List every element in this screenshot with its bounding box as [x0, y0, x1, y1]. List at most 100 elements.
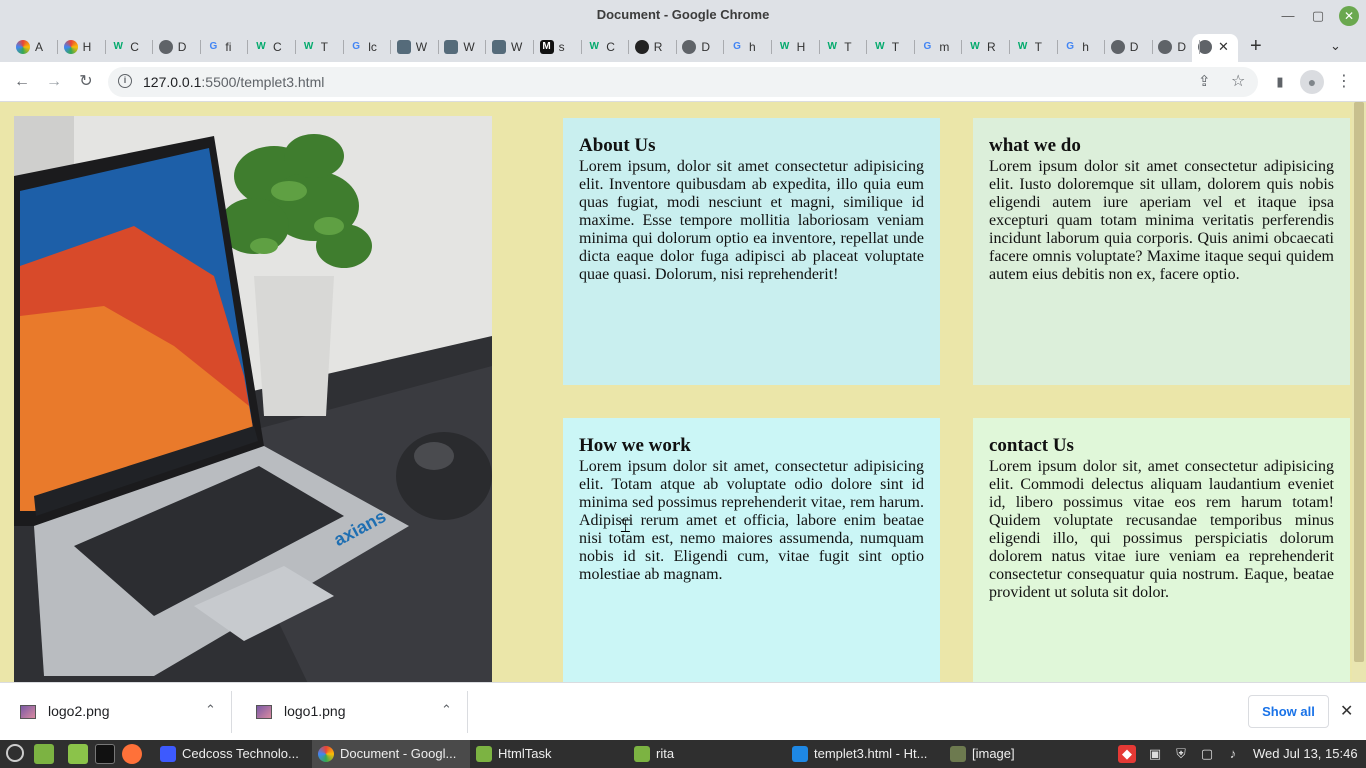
- forward-button[interactable]: →: [42, 70, 66, 94]
- new-tab-button[interactable]: +: [1250, 35, 1262, 58]
- tab-title: T: [844, 40, 852, 54]
- reload-button[interactable]: ↻: [74, 70, 98, 94]
- taskbar-item-chat[interactable]: Cedcoss Technolo...: [154, 740, 312, 768]
- maximize-button[interactable]: ▢: [1308, 6, 1328, 26]
- scrollbar-thumb[interactable]: [1354, 102, 1364, 662]
- anydesk-tray-icon[interactable]: ◆: [1118, 745, 1136, 763]
- image-file-icon: [20, 705, 36, 719]
- tab-search-button[interactable]: ⌄: [1330, 38, 1341, 54]
- browser-tab[interactable]: Gfi: [200, 34, 249, 60]
- site-info-icon[interactable]: i: [118, 74, 132, 88]
- chevron-up-icon[interactable]: ⌃: [205, 702, 216, 718]
- tab-title: D: [1177, 40, 1187, 54]
- taskbar-item-htmltask[interactable]: HtmlTask: [470, 740, 628, 768]
- browser-tab[interactable]: WT: [296, 34, 344, 60]
- side-panel-icon[interactable]: ▮: [1268, 70, 1292, 94]
- page-scrollbar[interactable]: [1352, 102, 1366, 682]
- about-us-card: About Us Lorem ipsum, dolor sit amet con…: [563, 118, 940, 385]
- contact-us-card: contact Us Lorem ipsum dolor sit, amet c…: [973, 418, 1350, 682]
- browser-tab[interactable]: H: [58, 34, 106, 60]
- browser-menu-icon[interactable]: ⋮: [1332, 70, 1356, 94]
- taskbar-item-image[interactable]: [image]: [944, 740, 1102, 768]
- card-body: Lorem ipsum dolor sit, amet consectetur …: [989, 458, 1334, 601]
- taskbar-item-label: HtmlTask: [498, 746, 552, 761]
- close-window-button[interactable]: ✕: [1339, 6, 1359, 26]
- globe-icon: [1158, 40, 1173, 54]
- download-item[interactable]: logo1.png ⌃: [236, 691, 468, 733]
- w3schools-icon: W: [1017, 41, 1028, 52]
- browser-tab[interactable]: Gh: [724, 34, 772, 60]
- download-bar: logo2.png ⌃ logo1.png ⌃ Show all ✕: [0, 682, 1366, 740]
- files-icon[interactable]: [68, 744, 88, 764]
- volume-tray-icon[interactable]: ♪: [1224, 745, 1242, 763]
- tab-title: T: [891, 40, 900, 54]
- browser-tab[interactable]: W: [486, 34, 534, 60]
- laptop-photo: [14, 116, 492, 682]
- shield-tray-icon[interactable]: ⛨: [1172, 745, 1190, 763]
- address-bar[interactable]: i 127.0.0.1:5500/templet3.html ⇪ ☆: [108, 67, 1258, 97]
- browser-tab[interactable]: D: [676, 34, 725, 60]
- browser-tab[interactable]: A: [10, 34, 58, 60]
- url-path: :5500/templet3.html: [201, 74, 325, 90]
- browser-tab[interactable]: WT: [1010, 34, 1058, 60]
- tab-title: W: [463, 40, 475, 54]
- browser-tab[interactable]: WT: [867, 34, 915, 60]
- browser-tab[interactable]: W: [438, 34, 487, 60]
- back-button[interactable]: ←: [10, 70, 34, 94]
- browser-tab[interactable]: D: [1105, 34, 1153, 60]
- globe-icon: [158, 40, 173, 54]
- terminal-icon[interactable]: [95, 744, 115, 764]
- tab-strip: ✕ + ⌄ A H W C D Gfi W C W T Glc W W W Ms W C R D Gh W H W T W T Gm…: [0, 32, 1366, 62]
- google-icon: G: [1066, 41, 1075, 52]
- show-all-downloads-button[interactable]: Show all: [1248, 695, 1329, 728]
- browser-tab[interactable]: Gh: [1057, 34, 1106, 60]
- chat-icon: [160, 746, 176, 762]
- w3schools-icon: W: [875, 41, 885, 52]
- browser-tab[interactable]: WC: [581, 34, 630, 60]
- window-titlebar: Document - Google Chrome — ▢ ✕: [0, 0, 1366, 32]
- browser-tab[interactable]: WC: [105, 34, 154, 60]
- browser-toolbar: ← → ↻ i 127.0.0.1:5500/templet3.html ⇪ ☆…: [0, 62, 1366, 102]
- chevron-up-icon[interactable]: ⌃: [441, 702, 452, 718]
- google-icon: G: [209, 41, 218, 52]
- browser-tab[interactable]: R: [629, 34, 677, 60]
- tab-title: D: [177, 40, 187, 54]
- browser-tab[interactable]: Gm: [914, 34, 963, 60]
- tab-title: D: [1129, 40, 1139, 54]
- browser-tab[interactable]: W: [391, 34, 439, 60]
- taskbar-item-chrome[interactable]: Document - Googl...: [312, 740, 470, 768]
- colorful-icon: [63, 40, 78, 54]
- taskbar-item-rita[interactable]: rita: [628, 740, 786, 768]
- folder-icon: [476, 746, 492, 762]
- google-icon: G: [733, 41, 741, 52]
- close-tab-icon[interactable]: ✕: [1218, 39, 1229, 55]
- browser-tab[interactable]: WT: [819, 34, 868, 60]
- url-text[interactable]: 127.0.0.1:5500/templet3.html: [143, 74, 324, 90]
- browser-tab[interactable]: Ms: [534, 34, 582, 60]
- download-item[interactable]: logo2.png ⌃: [0, 691, 232, 733]
- card-body: Lorem ipsum, dolor sit amet consectetur …: [579, 158, 924, 283]
- browser-tab[interactable]: WC: [248, 34, 296, 60]
- browser-tab[interactable]: Glc: [343, 34, 392, 60]
- show-desktop-icon[interactable]: [34, 744, 54, 764]
- share-icon[interactable]: ⇪: [1198, 72, 1211, 90]
- minimize-button[interactable]: —: [1278, 6, 1298, 26]
- bookmark-star-icon[interactable]: ☆: [1231, 71, 1245, 91]
- taskbar-item-vscode[interactable]: templet3.html - Ht...: [786, 740, 944, 768]
- firefox-icon[interactable]: [122, 744, 142, 764]
- os-taskbar: Cedcoss Technolo... Document - Googl... …: [0, 740, 1366, 768]
- image-icon: [396, 40, 411, 54]
- tab-title: C: [273, 40, 282, 54]
- browser-tab[interactable]: D: [1152, 34, 1201, 60]
- taskbar-item-label: [image]: [972, 746, 1015, 761]
- update-tray-icon[interactable]: ▣: [1146, 745, 1164, 763]
- profile-avatar-icon[interactable]: ●: [1300, 70, 1324, 94]
- close-download-bar-icon[interactable]: ✕: [1340, 701, 1353, 721]
- taskbar-clock[interactable]: Wed Jul 13, 15:46: [1253, 746, 1358, 761]
- display-tray-icon[interactable]: ▢: [1198, 745, 1216, 763]
- browser-tab[interactable]: D: [153, 34, 201, 60]
- how-we-work-card: How we work Lorem ipsum dolor sit amet, …: [563, 418, 940, 682]
- browser-tab[interactable]: WH: [772, 34, 820, 60]
- browser-tab[interactable]: WR: [962, 34, 1010, 60]
- start-menu-icon[interactable]: [6, 744, 24, 762]
